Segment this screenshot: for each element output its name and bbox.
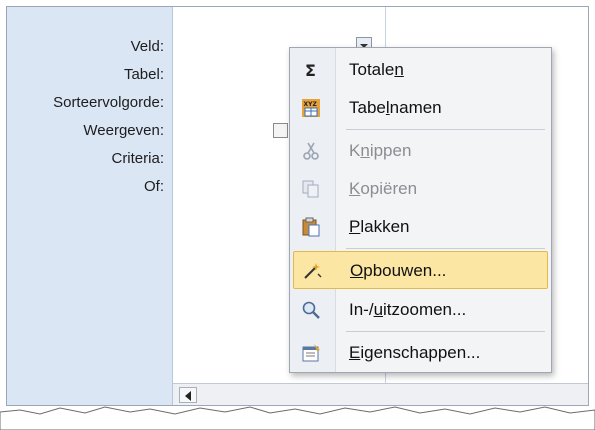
properties-icon	[301, 343, 321, 363]
row-label-sort-order: Sorteervolgorde:	[53, 94, 164, 111]
row-label-field: Veld:	[130, 38, 164, 55]
menu-item-build[interactable]: Opbouwen...	[293, 251, 548, 289]
context-menu: Σ Totalen XYZ Tabelnamen Knippen Kopiëre…	[289, 47, 552, 373]
svg-text:XYZ: XYZ	[304, 101, 318, 108]
menu-item-table-names[interactable]: XYZ Tabelnamen	[293, 89, 548, 127]
torn-edge-decoration	[0, 406, 595, 430]
row-label-or: Of:	[143, 178, 164, 195]
menu-separator	[346, 129, 545, 130]
row-label-column: Veld: Tabel: Sorteervolgorde: Weergeven:…	[7, 7, 173, 405]
menu-item-properties[interactable]: Eigenschappen...	[293, 334, 548, 372]
svg-text:Σ: Σ	[305, 61, 316, 80]
sigma-icon: Σ	[301, 60, 321, 80]
scroll-left-button[interactable]	[179, 387, 197, 403]
row-label-show: Weergeven:	[83, 122, 164, 139]
copy-icon	[301, 179, 321, 199]
menu-separator	[346, 248, 545, 249]
magnifier-icon	[301, 300, 321, 320]
table-names-icon: XYZ	[301, 98, 321, 118]
show-checkbox[interactable]	[273, 123, 288, 138]
scissors-icon	[301, 141, 321, 161]
menu-item-zoom[interactable]: In-/uitzoomen...	[293, 291, 548, 329]
builder-wand-icon	[302, 261, 322, 281]
menu-item-copy[interactable]: Kopiëren	[293, 170, 548, 208]
menu-separator	[346, 331, 545, 332]
menu-item-cut[interactable]: Knippen	[293, 132, 548, 170]
paste-icon	[301, 217, 321, 237]
row-label-table: Tabel:	[123, 66, 164, 83]
menu-item-paste[interactable]: Plakken	[293, 208, 548, 246]
row-label-criteria: Criteria:	[111, 150, 164, 167]
menu-item-totals[interactable]: Σ Totalen	[293, 51, 548, 89]
